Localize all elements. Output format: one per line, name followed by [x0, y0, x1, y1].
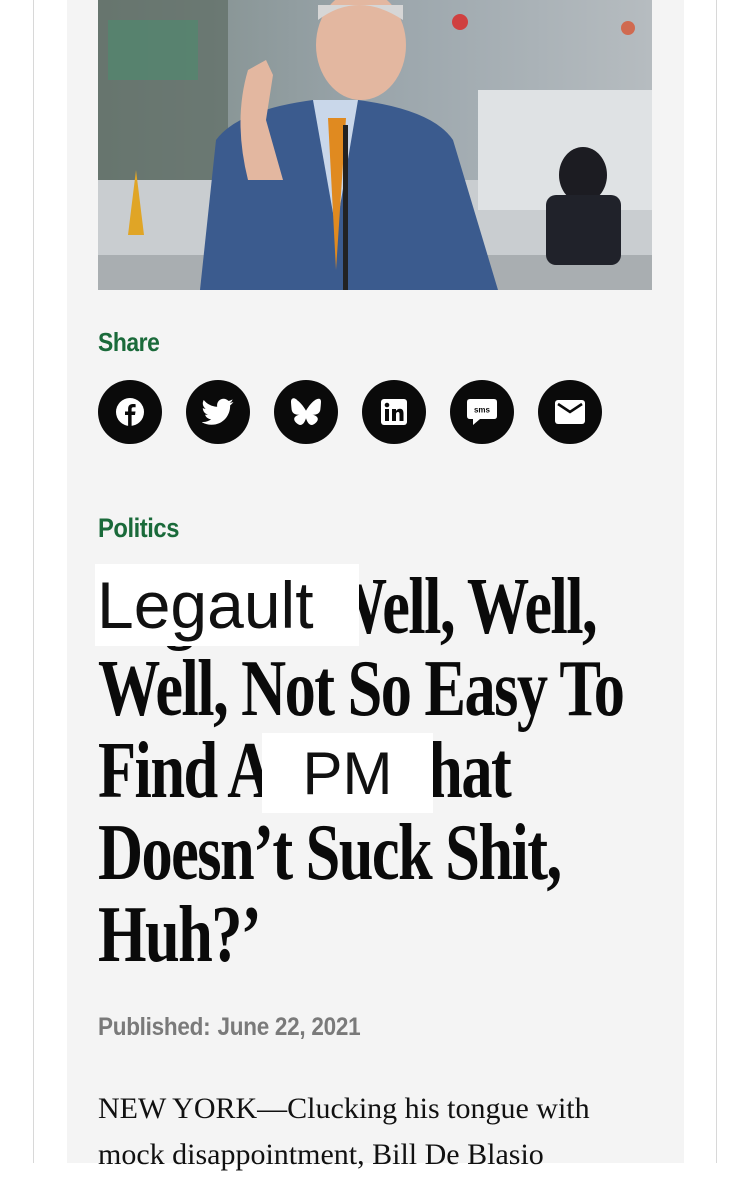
facebook-icon [116, 398, 144, 426]
article-category[interactable]: Politics [98, 513, 179, 544]
published-date: Published: June 22, 2021 [98, 1013, 361, 1042]
article-hero-image [98, 0, 652, 290]
share-buttons: sms [98, 380, 602, 444]
email-share-button[interactable] [538, 380, 602, 444]
published-date-value: June 22, 2021 [217, 1013, 361, 1041]
headline-overlay-title: PM [262, 733, 433, 813]
linkedin-icon [381, 399, 407, 425]
headline-line: Doesn’t Suck Shit, [98, 809, 562, 897]
bluesky-icon [291, 398, 321, 425]
headline-line: Huh?’ [98, 891, 262, 979]
bluesky-share-button[interactable] [274, 380, 338, 444]
article-body: NEW YORK—Clucking his tongue with mock d… [98, 1086, 658, 1178]
share-label: Share [98, 327, 160, 357]
body-line: mock disappointment, Bill De Blasio [98, 1138, 544, 1171]
headline-overlay-name: Legault [95, 564, 359, 646]
twitter-icon [202, 398, 234, 425]
headline-line: Well, Not So Easy To [98, 645, 625, 733]
sms-icon: sms [467, 399, 497, 425]
facebook-share-button[interactable] [98, 380, 162, 444]
linkedin-share-button[interactable] [362, 380, 426, 444]
sms-icon-text: sms [474, 406, 491, 415]
twitter-share-button[interactable] [186, 380, 250, 444]
email-icon [555, 400, 585, 424]
body-line: NEW YORK—Clucking his tongue with [98, 1092, 590, 1125]
sms-share-button[interactable]: sms [450, 380, 514, 444]
published-label: Published: [98, 1013, 211, 1041]
